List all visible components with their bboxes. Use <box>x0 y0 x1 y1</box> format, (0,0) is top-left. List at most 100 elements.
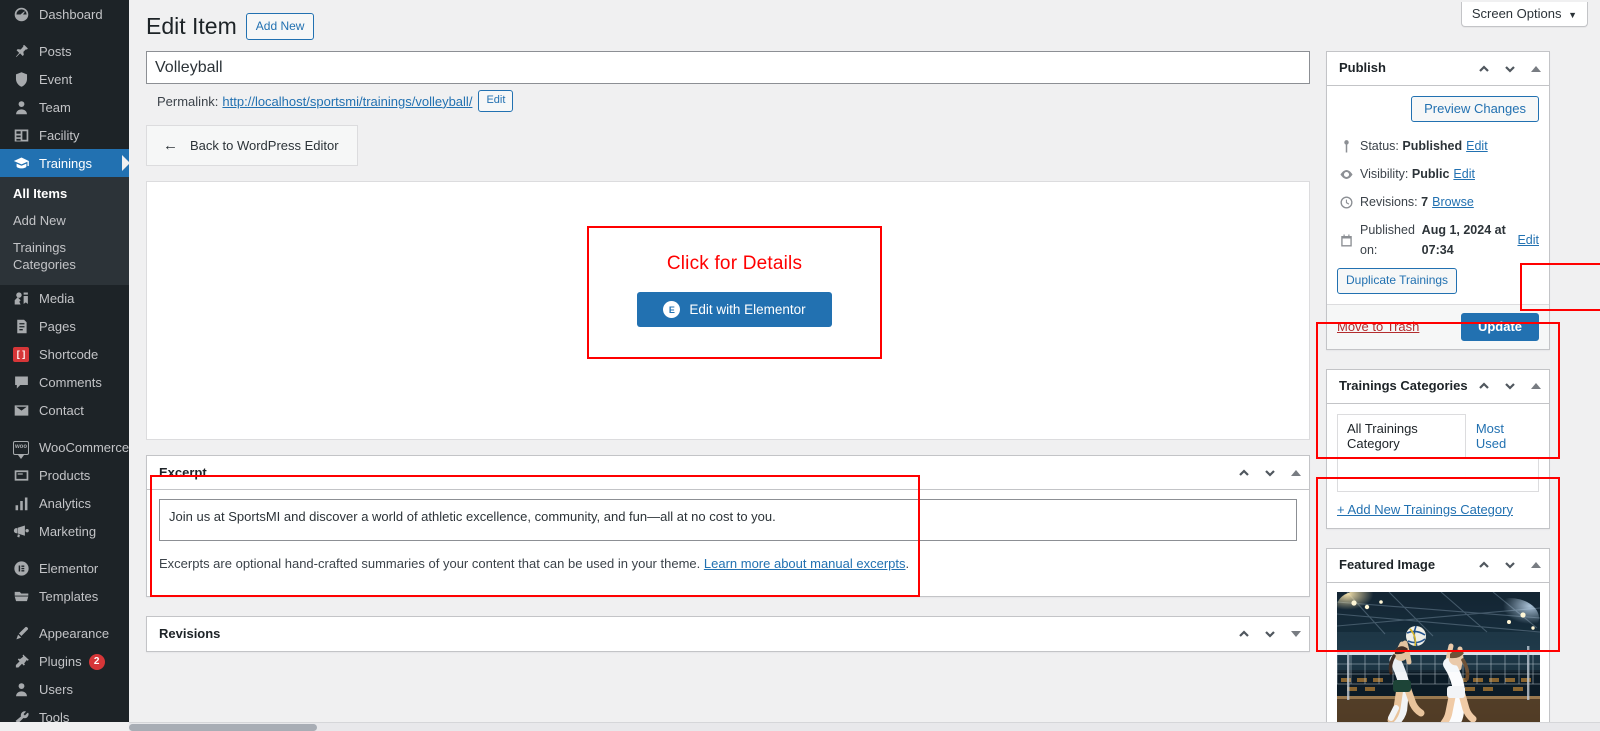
submenu-item-all-items[interactable]: All Items <box>0 181 129 208</box>
sidebar-item-label: Event <box>39 71 73 87</box>
move-to-trash-link[interactable]: Move to Trash <box>1337 319 1419 334</box>
toggle-panel-icon[interactable] <box>1283 458 1309 488</box>
permalink-link[interactable]: http://localhost/sportsmi/trainings/voll… <box>222 94 472 109</box>
categories-inside: All Trainings Category Most Used + Add N… <box>1327 404 1549 528</box>
edit-visibility-link[interactable]: Edit <box>1453 164 1475 184</box>
sidebar-item-media[interactable]: Media <box>0 285 129 313</box>
status-value: Published <box>1402 139 1463 153</box>
featured-image-inside: Click the image to edit or update Remove… <box>1327 583 1549 731</box>
move-down-icon[interactable] <box>1497 371 1523 401</box>
toggle-panel-icon[interactable] <box>1523 371 1549 401</box>
sidebar-item-label: WooCommerce <box>39 440 129 456</box>
excerpt-help-suffix: . <box>905 556 910 572</box>
edit-with-elementor-button[interactable]: E Edit with Elementor <box>637 292 832 328</box>
manual-excerpts-link[interactable]: Learn more about manual excerpts <box>704 556 906 571</box>
browse-revisions-link[interactable]: Browse <box>1432 192 1474 212</box>
sidebar-item-analytics[interactable]: Analytics <box>0 490 129 518</box>
screen-options-button[interactable]: Screen Options ▼ <box>1460 2 1588 27</box>
media-icon <box>11 289 31 309</box>
tab-most-used[interactable]: Most Used <box>1466 414 1539 458</box>
edit-permalink-button[interactable]: Edit <box>478 90 514 113</box>
sidebar-item-label: Pages <box>39 319 76 335</box>
pages-icon <box>11 317 31 337</box>
permalink-label: Permalink: <box>157 93 219 109</box>
elementor-icon <box>11 559 31 579</box>
sidebar-item-dashboard[interactable]: Dashboard <box>0 0 129 28</box>
move-up-icon[interactable] <box>1231 458 1257 488</box>
publish-title: Publish <box>1339 60 1386 76</box>
add-new-trainings-category-link[interactable]: + Add New Trainings Category <box>1337 502 1539 517</box>
click-for-details-callout: Click for Details E Edit with Elementor <box>587 226 882 360</box>
sidebar-item-woocommerce[interactable]: woo WooCommerce <box>0 434 129 462</box>
toggle-panel-icon[interactable] <box>1283 619 1309 649</box>
duplicate-trainings-button[interactable]: Duplicate Trainings <box>1337 268 1458 294</box>
move-up-icon[interactable] <box>1471 54 1497 84</box>
visibility-value: Public <box>1411 167 1450 181</box>
move-down-icon[interactable] <box>1257 619 1283 649</box>
categories-handle-actions <box>1471 371 1549 401</box>
submenu-item-add-new[interactable]: Add New <box>0 208 129 235</box>
add-new-button[interactable]: Add New <box>245 13 315 41</box>
sidebar-item-contact[interactable]: Contact <box>0 397 129 425</box>
featured-image-thumbnail[interactable] <box>1337 591 1540 723</box>
shortcode-icon: [ ] <box>11 345 31 365</box>
preview-changes-button[interactable]: Preview Changes <box>1411 96 1539 122</box>
horizontal-scrollbar[interactable] <box>129 722 1600 731</box>
post-title-input[interactable] <box>146 51 1310 84</box>
sidebar-item-label: Contact <box>39 403 84 419</box>
back-to-wordpress-editor-button[interactable]: ← Back to WordPress Editor <box>146 125 358 167</box>
sidebar-item-pages[interactable]: Pages <box>0 313 129 341</box>
categories-postbox-header: Trainings Categories <box>1327 370 1549 404</box>
publish-major-actions: Move to Trash Update <box>1327 303 1549 349</box>
featured-image-postbox-header: Featured Image <box>1327 549 1549 583</box>
sidebar-item-appearance[interactable]: Appearance <box>0 620 129 648</box>
toggle-panel-icon[interactable] <box>1523 550 1549 580</box>
sidebar-item-facility[interactable]: Facility <box>0 121 129 149</box>
submenu-item-trainings-categories[interactable]: Trainings Categories <box>0 235 129 279</box>
sidebar-item-templates[interactable]: Templates <box>0 583 129 611</box>
categories-checklist[interactable] <box>1337 457 1539 492</box>
excerpt-textarea[interactable]: Join us at SportsMI and discover a world… <box>159 499 1297 542</box>
move-down-icon[interactable] <box>1497 54 1523 84</box>
move-down-icon[interactable] <box>1257 458 1283 488</box>
sidebar-item-plugins[interactable]: Plugins 2 <box>0 648 129 676</box>
sidebar-item-tools[interactable]: Tools <box>0 704 129 722</box>
edit-published-date-link[interactable]: Edit <box>1517 230 1539 250</box>
toggle-panel-icon[interactable] <box>1523 54 1549 84</box>
screen-meta-links: Screen Options ▼ <box>1460 2 1588 27</box>
user-icon <box>11 97 31 117</box>
sidebar-item-elementor[interactable]: Elementor <box>0 555 129 583</box>
publish-postbox-header: Publish <box>1327 52 1549 86</box>
sidebar-item-shortcode[interactable]: [ ] Shortcode <box>0 341 129 369</box>
sidebar-item-users[interactable]: Users <box>0 676 129 704</box>
sidebar-item-event[interactable]: Event <box>0 65 129 93</box>
post-body: Permalink: http://localhost/sportsmi/tra… <box>146 51 1600 731</box>
menu-separator <box>0 611 129 620</box>
sidebar-item-comments[interactable]: Comments <box>0 369 129 397</box>
sidebar-item-products[interactable]: Products <box>0 462 129 490</box>
trainings-categories-postbox: Trainings Categories All Trainings Categ… <box>1326 368 1550 529</box>
arrow-left-icon: ← <box>163 137 178 155</box>
sidebar-item-trainings[interactable]: Trainings <box>0 149 129 177</box>
tab-all-trainings-category[interactable]: All Trainings Category <box>1337 413 1466 458</box>
move-down-icon[interactable] <box>1497 550 1523 580</box>
move-up-icon[interactable] <box>1471 550 1497 580</box>
revisions-count-label: Revisions: <box>1360 195 1418 209</box>
sidebar-item-team[interactable]: Team <box>0 93 129 121</box>
sidebar-item-label: Products <box>39 468 91 484</box>
edit-status-link[interactable]: Edit <box>1466 136 1488 156</box>
published-on-label: Published on: <box>1360 223 1415 257</box>
eye-icon <box>1337 165 1355 183</box>
update-button[interactable]: Update <box>1460 312 1539 341</box>
pin-icon <box>11 41 31 61</box>
sidebar-item-posts[interactable]: Posts <box>0 37 129 65</box>
sidebar-item-label: Marketing <box>39 524 97 540</box>
move-up-icon[interactable] <box>1471 371 1497 401</box>
scrollbar-thumb[interactable] <box>129 724 317 731</box>
sidebar-item-label: Templates <box>39 589 99 605</box>
move-up-icon[interactable] <box>1231 619 1257 649</box>
bar-chart-icon <box>11 494 31 514</box>
admin-sidebar: Dashboard Posts Event Team Facility Trai… <box>0 0 129 722</box>
publish-postbox: Publish Preview Changes Status: Publishe… <box>1326 51 1550 350</box>
sidebar-item-marketing[interactable]: Marketing <box>0 518 129 546</box>
